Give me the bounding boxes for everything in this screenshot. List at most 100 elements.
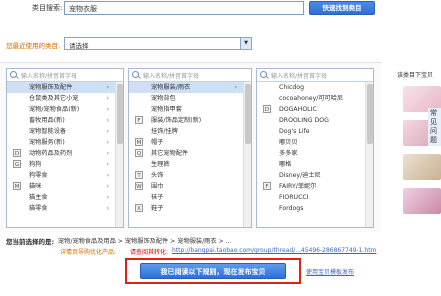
index-letter: [263, 160, 271, 168]
category-list-item[interactable]: 嘟贝贝: [257, 137, 373, 148]
category-item-label: 狗狗: [29, 161, 42, 168]
chevron-right-icon: ›: [106, 161, 109, 168]
category-picker: 输入名称/拼音首字母 宠物服饰及配件 › 仓鼠类及其它小宠 › 宠物/宠物食品(新) › 畜牧…: [0, 62, 382, 232]
category-list-item[interactable]: 宠物背包: [129, 93, 251, 104]
category-list-item[interactable]: D 动物药品及药剂 ›: [7, 148, 123, 159]
category-item-label: 帽子: [151, 139, 164, 146]
scrollbar-thumb[interactable]: [117, 84, 123, 144]
category-list-item[interactable]: Fordogs: [257, 203, 373, 214]
category-item-label: 畜牧用品(新): [29, 117, 65, 124]
category-list-item[interactable]: 猫零食 ›: [7, 203, 123, 214]
category-list-item[interactable]: 宠物智能设备 ›: [7, 126, 123, 137]
scrollbar-thumb[interactable]: [367, 84, 373, 144]
category-list-item[interactable]: G 狗狗 ›: [7, 159, 123, 170]
publish-item-button[interactable]: 我已阅读以下规则，现在发布宝贝: [140, 263, 286, 279]
index-letter: [263, 127, 271, 135]
category-list-item[interactable]: FIORUCCI: [257, 192, 373, 203]
index-letter: [13, 105, 21, 113]
category-filter-input[interactable]: 输入名称/拼音首字母: [257, 69, 373, 82]
category-list-item[interactable]: Q 其它宠物配件: [129, 148, 251, 159]
category-list-item[interactable]: T 头饰: [129, 170, 251, 181]
category-item-label: 挂饰/挂牌: [151, 128, 178, 135]
category-list-item[interactable]: 宠物服饰及配件 ›: [7, 82, 123, 93]
category-search-row: 类目搜索: 宠物衣服 快速找到类目: [0, 0, 441, 22]
category-list-item[interactable]: 挂饰/挂牌: [129, 126, 251, 137]
category-list-item[interactable]: Chicdog: [257, 82, 373, 93]
column-scrollbar[interactable]: [115, 82, 123, 227]
quick-find-category-button[interactable]: 快速找到类目: [309, 1, 375, 15]
preview-image[interactable]: [403, 154, 441, 180]
category-filter-placeholder: 输入名称/拼音首字母: [271, 73, 328, 80]
category-item-label: FAIRY/菲妮尔: [279, 183, 317, 190]
category-item-label: 宠物/宠物食品(新): [29, 106, 80, 113]
category-item-label: Disney/迪士尼: [279, 172, 321, 179]
category-list-item[interactable]: 袜子: [129, 192, 251, 203]
category-list: 宠物服饰及配件 › 仓鼠类及其它小宠 › 宠物/宠物食品(新) › 畜牧用品(新) › 宠物智能…: [7, 82, 123, 214]
index-letter: F: [135, 116, 143, 124]
category-item-label: DOGAHOLIC: [279, 106, 317, 113]
index-letter: [135, 83, 143, 91]
scrollbar-thumb[interactable]: [245, 84, 251, 144]
category-list-item[interactable]: M 帽子: [129, 137, 251, 148]
column-scrollbar[interactable]: [365, 82, 373, 227]
category-list-item[interactable]: 多多家: [257, 148, 373, 159]
category-list-item[interactable]: X 鞋子: [129, 203, 251, 214]
index-letter: [135, 105, 143, 113]
category-item-label: 头饰: [151, 172, 164, 179]
index-letter: D: [13, 149, 21, 157]
category-item-label: 宠物指甲套: [151, 106, 182, 113]
category-list-item[interactable]: 嘟格: [257, 159, 373, 170]
category-search-input[interactable]: 宠物衣服: [64, 1, 304, 15]
column-scrollbar[interactable]: [243, 82, 251, 227]
index-letter: D: [263, 105, 271, 113]
chevron-right-icon: ›: [106, 205, 109, 212]
category-filter-placeholder: 输入名称/拼音首字母: [143, 73, 200, 80]
category-list-item[interactable]: M 猫咪 ›: [7, 181, 123, 192]
category-list-item[interactable]: 宠物服装/雨衣 ›: [129, 82, 251, 93]
category-item-label: 鞋子: [151, 205, 164, 212]
index-letter: [13, 171, 21, 179]
index-letter: [13, 83, 21, 91]
category-list-item[interactable]: 生理裤: [129, 159, 251, 170]
category-list-item[interactable]: F 服装/饰品定制(新): [129, 115, 251, 126]
category-list-item[interactable]: 畜牧用品(新) ›: [7, 115, 123, 126]
category-list-item[interactable]: 仓鼠类及其它小宠 ›: [7, 93, 123, 104]
notice-text: 详情页导购优化产品:: [60, 249, 117, 256]
index-letter: [263, 171, 271, 179]
category-list-item[interactable]: DROOLING DOG: [257, 115, 373, 126]
category-list: Chicdog cocoahoney/可可哈尼 D DOGAHOLIC DROOLING…: [257, 82, 373, 214]
category-item-label: Dog's Life: [279, 128, 310, 135]
index-letter: [135, 127, 143, 135]
category-list-item[interactable]: W 围巾: [129, 181, 251, 192]
preview-title: 该类目下宝贝: [397, 72, 434, 79]
category-list-item[interactable]: 猫主食 ›: [7, 192, 123, 203]
index-letter: F: [263, 182, 271, 190]
category-filter-input[interactable]: 输入名称/拼音首字母: [129, 69, 251, 82]
category-filter-input[interactable]: 输入名称/拼音首字母: [7, 69, 123, 82]
preview-image[interactable]: [403, 188, 441, 214]
category-item-label: 服装/饰品定制(新): [151, 117, 202, 124]
category-list-item[interactable]: D DOGAHOLIC: [257, 104, 373, 115]
index-letter: [263, 83, 271, 91]
publish-row: 我已阅读以下规则，现在发布宝贝 使用宝贝模板发布: [0, 258, 441, 296]
chevron-down-icon[interactable]: ▼: [240, 38, 251, 49]
category-list-item[interactable]: Dog's Life: [257, 126, 373, 137]
category-list-item[interactable]: 宠物服务(新) ›: [7, 137, 123, 148]
category-item-label: Fordogs: [279, 205, 304, 212]
category-list-item[interactable]: 宠物指甲套: [129, 104, 251, 115]
notice-link[interactable]: http://bangpai.taobao.com/group/thread/.…: [172, 247, 376, 254]
category-list-item[interactable]: Disney/迪士尼: [257, 170, 373, 181]
recent-category-select[interactable]: 请选择 ▼: [64, 37, 252, 50]
recent-category-value: 请选择: [69, 42, 89, 50]
category-list-item[interactable]: cocoahoney/可可哈尼: [257, 93, 373, 104]
index-letter: [13, 116, 21, 124]
preview-thumbnails: [403, 86, 441, 222]
category-list-item[interactable]: 狗零食 ›: [7, 170, 123, 181]
index-letter: [263, 94, 271, 102]
index-letter: [13, 204, 21, 212]
category-list-item[interactable]: F FAIRY/菲妮尔: [257, 181, 373, 192]
template-publish-link[interactable]: 使用宝贝模板发布: [306, 267, 354, 276]
faq-side-tab[interactable]: 常见问题: [428, 108, 441, 146]
chevron-right-icon: ›: [106, 95, 109, 102]
category-list-item[interactable]: 宠物/宠物食品(新) ›: [7, 104, 123, 115]
